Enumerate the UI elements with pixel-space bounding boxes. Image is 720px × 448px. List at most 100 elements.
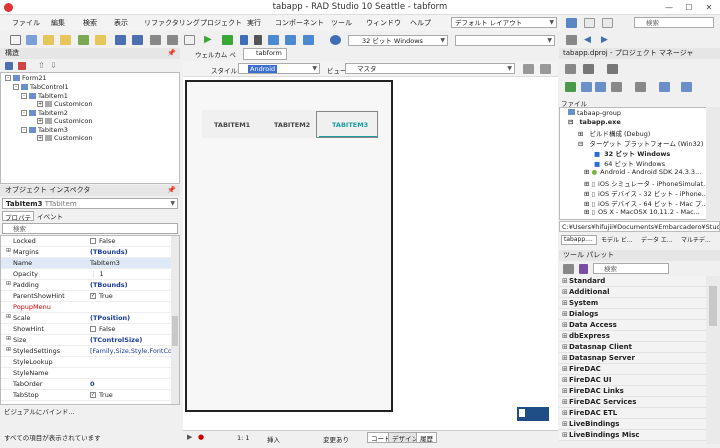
- palette-category[interactable]: ⊞ FireDAC Services: [559, 397, 706, 408]
- menu-edit[interactable]: 編集: [51, 18, 65, 28]
- project-scrollbar[interactable]: [706, 107, 720, 220]
- play-macro-icon[interactable]: ▶: [187, 433, 192, 441]
- property-row[interactable]: ParentShowHint ✓ True: [1, 291, 179, 302]
- activate-icon[interactable]: [565, 64, 576, 74]
- expand-icon[interactable]: ⊞: [6, 280, 11, 287]
- form-device-frame[interactable]: TABITEM1 TABITEM2 TABITEM3: [185, 80, 393, 412]
- menu-tools[interactable]: ツール: [331, 18, 352, 28]
- property-row[interactable]: Opacity ⋮ 1: [1, 269, 179, 280]
- palette-search-input[interactable]: 検索: [593, 263, 669, 274]
- palette-category[interactable]: ⊞ System: [559, 298, 706, 309]
- inspector-scrollbar[interactable]: [171, 236, 179, 404]
- remove-view-icon[interactable]: [523, 64, 534, 74]
- property-row[interactable]: Locked False: [1, 236, 179, 247]
- build-icon[interactable]: [659, 82, 670, 92]
- palette-category[interactable]: ⊞ Standard: [559, 276, 706, 287]
- sort-icon[interactable]: [635, 82, 646, 92]
- menu-refactor[interactable]: リファクタリング: [144, 18, 200, 28]
- new-project-icon[interactable]: [583, 64, 594, 74]
- collapse-icon[interactable]: [18, 62, 26, 70]
- menu-run[interactable]: 実行: [247, 18, 261, 28]
- property-value[interactable]: TabItem3: [90, 259, 120, 267]
- palette-category[interactable]: ⊞ dbExpress: [559, 331, 706, 342]
- target-platform-node[interactable]: ⊟ ターゲット プラットフォーム (Win32): [578, 138, 703, 148]
- top-search-input[interactable]: 検索: [634, 17, 714, 28]
- up-arrow-icon[interactable]: ⇧: [38, 61, 46, 70]
- view-combo[interactable]: マスタ ▼: [345, 63, 515, 74]
- property-row[interactable]: Name TabItem3: [1, 258, 179, 269]
- categories-icon[interactable]: [563, 264, 574, 274]
- tree-node-tabitem1[interactable]: - TabItem1: [21, 92, 68, 100]
- property-value[interactable]: True: [99, 292, 113, 300]
- minus-icon[interactable]: -: [21, 110, 27, 116]
- expand-icon[interactable]: ⊞: [6, 346, 11, 353]
- record-macro-icon[interactable]: ●: [198, 433, 204, 441]
- platform-combo[interactable]: 32 ビット Windows ▼: [348, 35, 448, 46]
- property-row[interactable]: TabOrder 0: [1, 379, 179, 390]
- save-icon[interactable]: [115, 35, 126, 45]
- menu-window[interactable]: ウィンドウ: [366, 18, 401, 28]
- trace-into-icon[interactable]: [268, 35, 279, 45]
- tree-node-customicon3[interactable]: + CustomIcon: [37, 134, 93, 142]
- tab-control[interactable]: TABITEM1 TABITEM2 TABITEM3: [202, 110, 379, 138]
- add-file-icon[interactable]: [150, 35, 161, 45]
- project-group-node[interactable]: tabaap-group: [568, 109, 621, 117]
- tab-project[interactable]: tabapp....: [561, 235, 597, 245]
- property-row[interactable]: StyleLookup: [1, 357, 179, 368]
- menu-search[interactable]: 検索: [83, 18, 97, 28]
- tree-node-customicon2[interactable]: + CustomIcon: [37, 117, 93, 125]
- pin-icon[interactable]: 📌: [167, 185, 176, 196]
- pause-icon[interactable]: [240, 35, 248, 45]
- palette-category[interactable]: ⊞ LiveBindings Misc: [559, 430, 706, 441]
- platform-win64-node[interactable]: ■ 64 ビット Windows: [594, 158, 665, 168]
- property-value[interactable]: False: [99, 237, 115, 245]
- slider-icon[interactable]: ⋮: [90, 270, 97, 278]
- minus-icon[interactable]: -: [13, 84, 19, 90]
- palette-category[interactable]: ⊞ LiveBindings: [559, 419, 706, 430]
- property-row[interactable]: ShowHint False: [1, 324, 179, 335]
- build-config-node[interactable]: ⊞ ビルド構成 (Debug): [578, 128, 650, 138]
- tree-node-tabitem2[interactable]: - TabItem2: [21, 109, 68, 117]
- menu-component[interactable]: コンポーネント: [275, 18, 324, 28]
- plus-icon[interactable]: ⊞: [578, 130, 583, 138]
- project-exe-node[interactable]: ⊟ tabapp.exe: [568, 118, 621, 126]
- property-value[interactable]: (TBounds): [90, 248, 128, 256]
- platform-android-node[interactable]: ⊞ ● Android - Android SDK 24.3.3...: [584, 168, 701, 176]
- tree-node-form21[interactable]: - Form21: [5, 74, 47, 82]
- tab-history[interactable]: 履歴: [416, 432, 437, 443]
- palette-category[interactable]: ⊞ FireDAC ETL: [559, 408, 706, 419]
- tree-node-customicon1[interactable]: + CustomIcon: [37, 100, 93, 108]
- tree-node-tabitem3[interactable]: - TabItem3: [21, 126, 68, 134]
- property-row[interactable]: ⊞ StyledSettings [Family,Size,Style,FontCo…: [1, 346, 179, 357]
- property-row[interactable]: ⊞ Padding (TBounds): [1, 280, 179, 291]
- new-icon[interactable]: [10, 35, 21, 45]
- sync-icon[interactable]: [565, 82, 576, 92]
- checkbox[interactable]: [90, 326, 96, 332]
- down-arrow-icon[interactable]: ⇩: [50, 61, 58, 70]
- envelope-icon[interactable]: [602, 18, 613, 28]
- expand-icon[interactable]: [5, 62, 13, 70]
- property-value[interactable]: True: [99, 391, 113, 399]
- minus-icon[interactable]: ⊟: [568, 118, 573, 126]
- palette-category[interactable]: ⊞ Datasnap Server: [559, 353, 706, 364]
- device-combo[interactable]: ▼: [455, 35, 555, 46]
- minus-icon[interactable]: -: [21, 93, 27, 99]
- style-combo[interactable]: Android ▼: [238, 63, 320, 74]
- property-row[interactable]: StyleName: [1, 368, 179, 379]
- run-icon[interactable]: ▶: [204, 35, 215, 45]
- property-value[interactable]: [Family,Size,Style,FontColor]: [90, 347, 176, 355]
- compile-icon[interactable]: [681, 82, 692, 92]
- add-view-icon[interactable]: [540, 64, 551, 74]
- checkbox[interactable]: ✓: [90, 392, 96, 398]
- plus-icon[interactable]: +: [37, 101, 43, 107]
- save-all-icon[interactable]: [132, 35, 143, 45]
- property-value[interactable]: False: [99, 325, 115, 333]
- step-over-icon[interactable]: [285, 35, 296, 45]
- tab-item-1[interactable]: TABITEM1: [214, 121, 250, 129]
- property-row[interactable]: TabStop ✓ True: [1, 390, 179, 401]
- add-to-project-icon[interactable]: [607, 64, 618, 74]
- plus-icon[interactable]: +: [37, 135, 43, 141]
- palette-category[interactable]: ⊞ FireDAC Links: [559, 386, 706, 397]
- expand-all-icon[interactable]: [581, 82, 592, 92]
- palette-category[interactable]: ⊞ Dialogs: [559, 309, 706, 320]
